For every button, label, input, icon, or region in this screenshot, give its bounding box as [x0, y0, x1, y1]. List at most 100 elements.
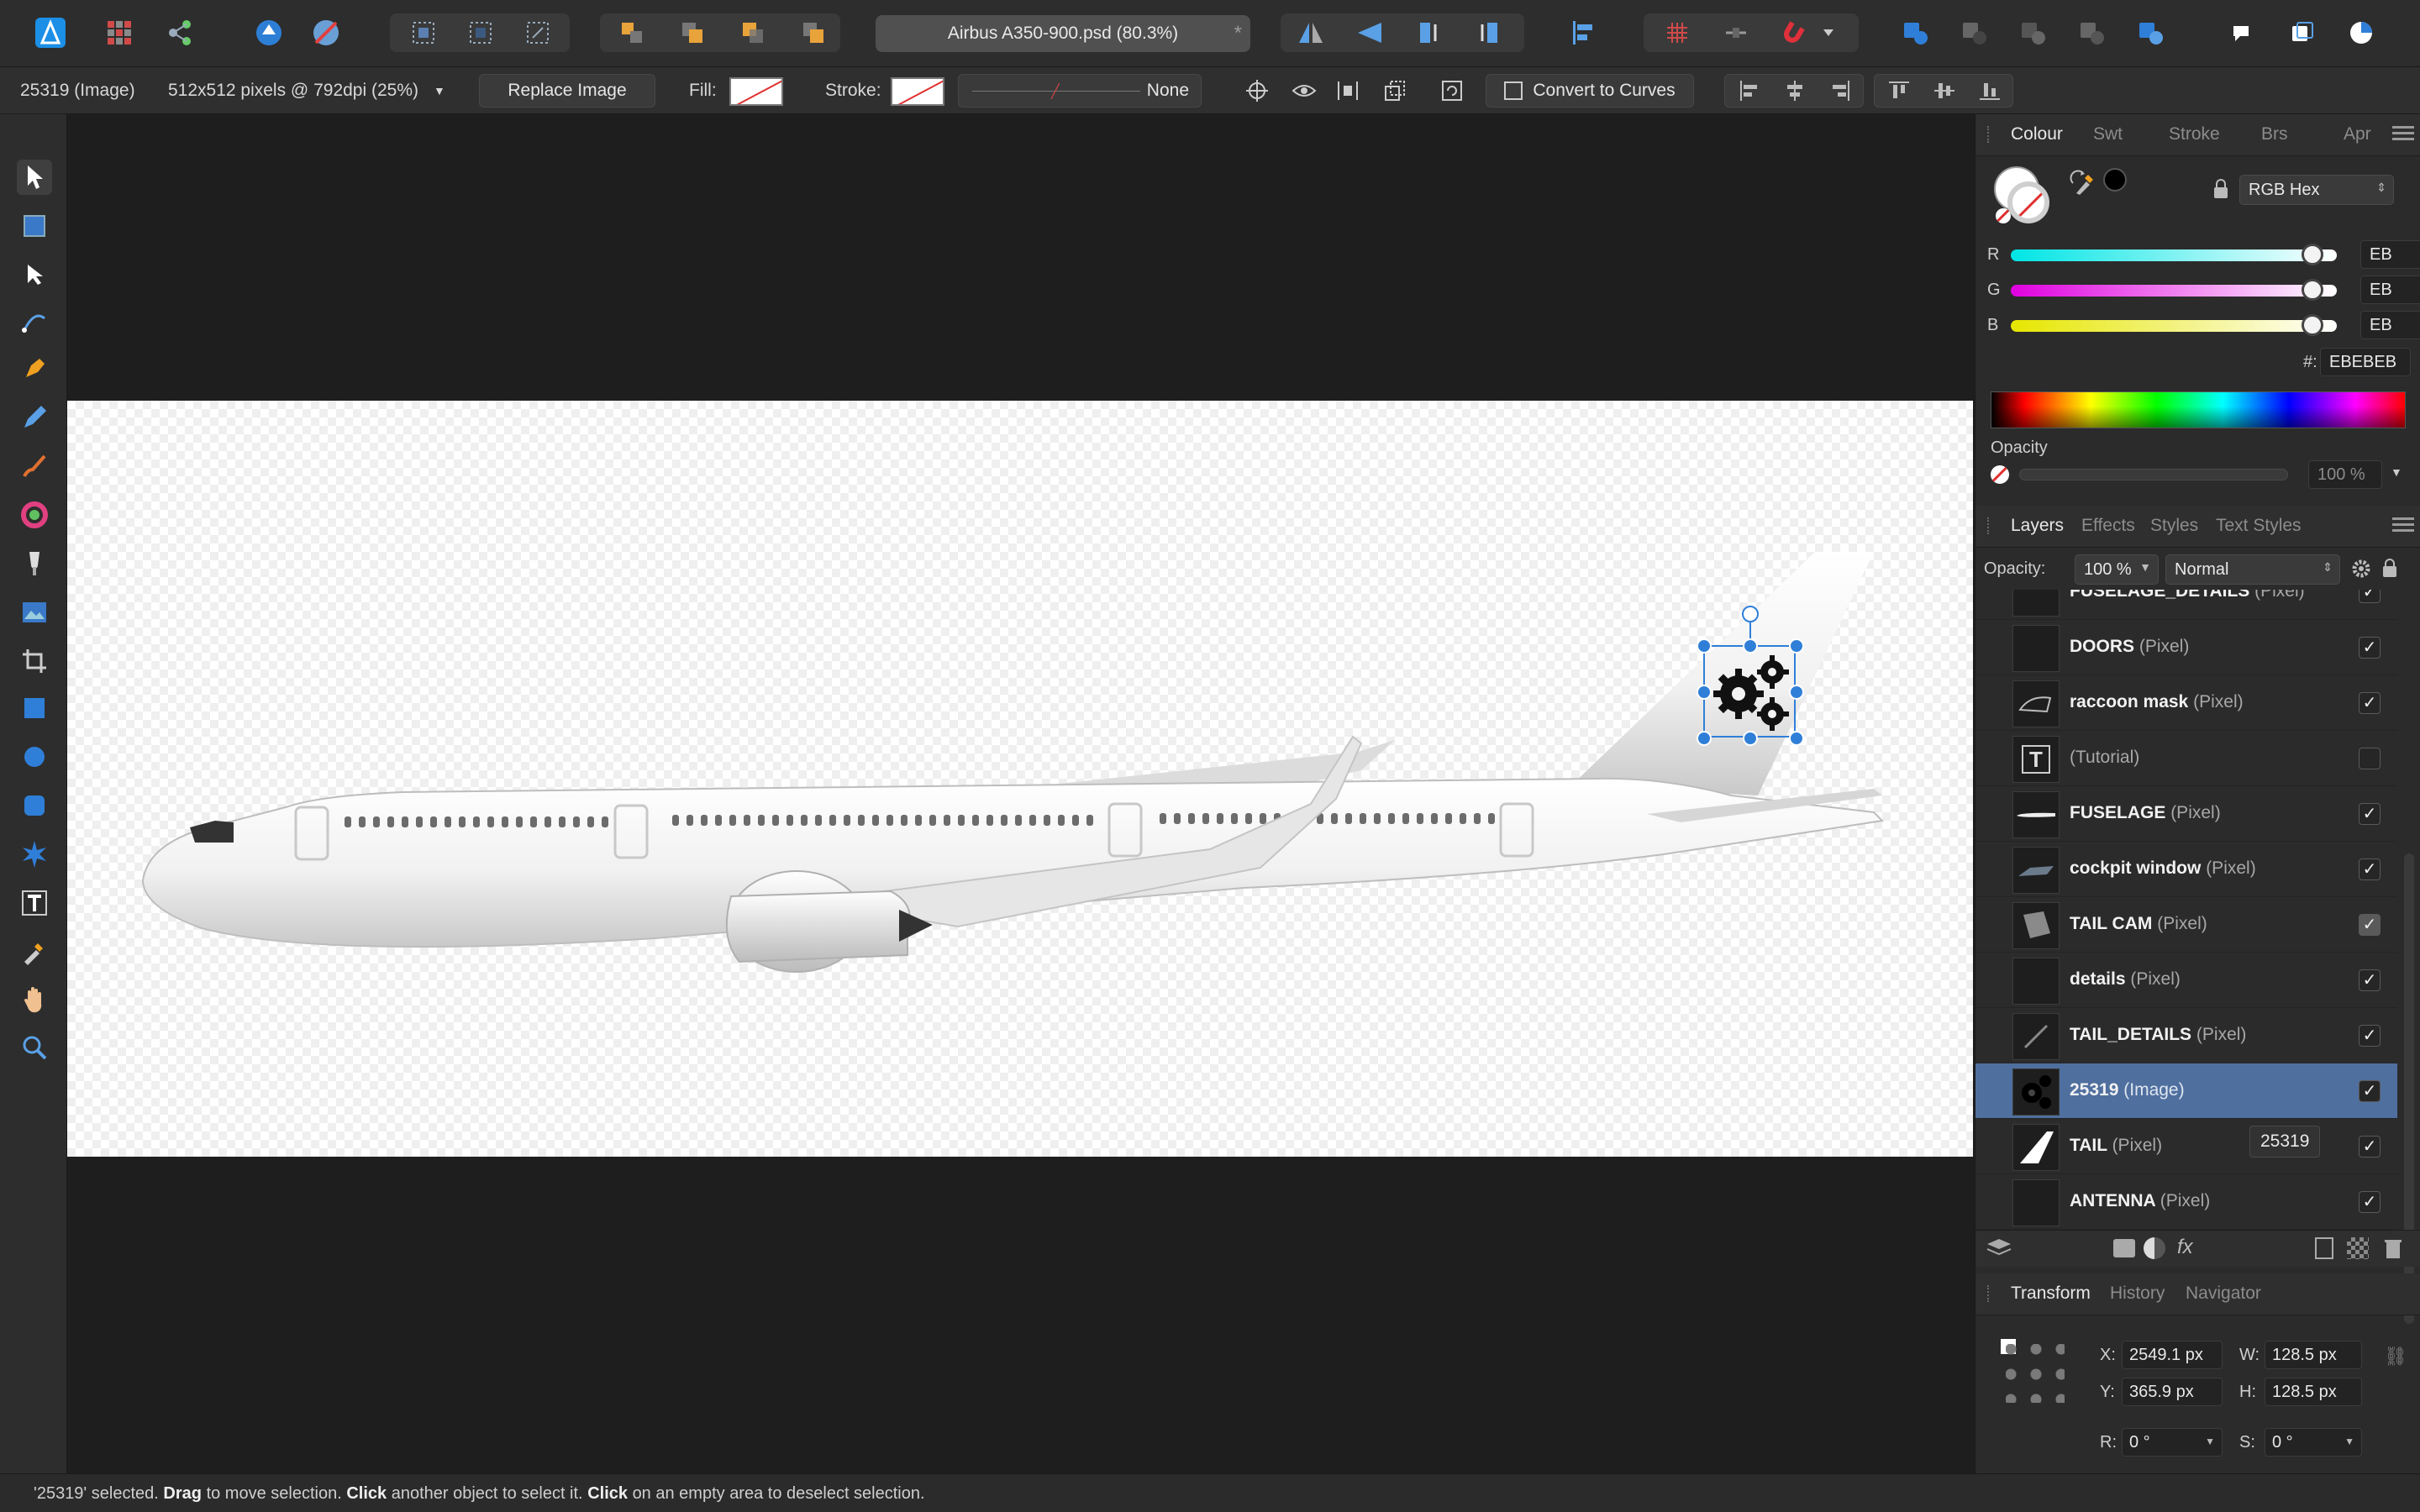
- anchor-point-selector[interactable]: [2001, 1339, 2068, 1406]
- tab-brushes[interactable]: Brs: [2261, 124, 2288, 144]
- canvas-artboard[interactable]: [67, 401, 1973, 1157]
- layer-row-antenna[interactable]: ANTENNA (Pixel) ✓: [1975, 1174, 2397, 1230]
- layer-visibility-checkbox[interactable]: ✓: [2359, 969, 2381, 991]
- tab-colour[interactable]: Colour: [2011, 124, 2063, 144]
- text-tool-icon[interactable]: [17, 885, 52, 921]
- color-picker-tool-icon[interactable]: [17, 934, 52, 969]
- align-middle-icon[interactable]: [1928, 76, 1961, 106]
- lock-icon[interactable]: [2212, 178, 2229, 204]
- layer-row-fuselage[interactable]: FUSELAGE (Pixel) ✓: [1975, 786, 2397, 842]
- align-bottom-icon[interactable]: [1973, 76, 2007, 106]
- fill-tool-icon[interactable]: [17, 497, 52, 533]
- transparency-tool-icon[interactable]: [17, 546, 52, 581]
- red-value-field[interactable]: EB: [2360, 240, 2420, 269]
- selection-handle[interactable]: [1789, 638, 1804, 654]
- star-tool-icon[interactable]: [17, 837, 52, 872]
- selection-handle[interactable]: [1697, 685, 1712, 700]
- slider-blue-knob[interactable]: [2302, 314, 2323, 336]
- slider-blue-track[interactable]: [2011, 320, 2337, 332]
- intersect-icon[interactable]: [2013, 13, 2054, 52]
- move-back-one-icon[interactable]: [672, 13, 713, 52]
- layers-stack-icon[interactable]: [1986, 1237, 2012, 1263]
- adjustment-icon[interactable]: [2144, 1237, 2165, 1259]
- pencil-tool-icon[interactable]: [17, 400, 52, 435]
- vector-crop-icon[interactable]: [17, 304, 52, 339]
- layer-visibility-checkbox[interactable]: ✓: [2359, 637, 2381, 659]
- move-to-back-icon[interactable]: [612, 13, 652, 52]
- y-position-field[interactable]: 365.9 px: [2122, 1378, 2223, 1406]
- selection-handle[interactable]: [1789, 731, 1804, 746]
- view-icon[interactable]: [1287, 76, 1321, 106]
- height-field[interactable]: 128.5 px: [2265, 1378, 2362, 1406]
- fill-swatch[interactable]: [729, 77, 783, 106]
- new-pixel-layer-icon[interactable]: [2347, 1237, 2369, 1259]
- rotate-left-icon[interactable]: [1408, 13, 1449, 52]
- selection-handle[interactable]: [1697, 638, 1712, 654]
- no-color-icon[interactable]: [1996, 208, 2011, 223]
- tab-styles[interactable]: Styles: [2150, 516, 2198, 536]
- grid-icon[interactable]: [1657, 13, 1697, 52]
- stroke-width-slider[interactable]: ╱ None: [958, 74, 1202, 108]
- slider-green[interactable]: G EB: [1987, 276, 2420, 306]
- select-all-icon[interactable]: [403, 13, 444, 52]
- document-tab[interactable]: Airbus A350-900.psd (80.3%) *: [876, 15, 1250, 52]
- persona-develop-icon[interactable]: [306, 13, 346, 52]
- flip-horizontal-icon[interactable]: [1291, 13, 1331, 52]
- zoom-tool-icon[interactable]: [17, 1030, 52, 1065]
- layer-visibility-checkbox[interactable]: ✓: [2359, 803, 2381, 825]
- layer-row-tail-cam[interactable]: TAIL CAM (Pixel) ✓: [1975, 897, 2397, 953]
- eyedropper-icon[interactable]: [2073, 166, 2098, 201]
- slider-blue[interactable]: B EB: [1987, 311, 2420, 341]
- layer-row-tutorial[interactable]: T (Tutorial): [1975, 731, 2397, 786]
- image-info-dropdown[interactable]: 512x512 pixels @ 792dpi (25%) ▼: [168, 67, 445, 114]
- flip-vertical-icon[interactable]: [1349, 13, 1390, 52]
- panel-menu-icon[interactable]: [2392, 126, 2414, 143]
- layer-row-tail-details[interactable]: TAIL_DETAILS (Pixel) ✓: [1975, 1008, 2397, 1063]
- view-tool-hand-icon[interactable]: [17, 981, 52, 1016]
- layer-visibility-checkbox[interactable]: ✓: [2359, 1025, 2381, 1047]
- layer-row-raccoon-mask[interactable]: raccoon mask (Pixel) ✓: [1975, 675, 2397, 731]
- distribute-icon[interactable]: [1331, 76, 1365, 106]
- persona-liquify-icon[interactable]: [249, 13, 289, 52]
- guides-icon[interactable]: [1716, 13, 1756, 52]
- place-image-tool-icon[interactable]: [17, 595, 52, 630]
- move-to-front-icon[interactable]: [793, 13, 834, 52]
- tab-swatches[interactable]: Swt: [2093, 124, 2123, 144]
- slider-green-knob[interactable]: [2302, 279, 2323, 301]
- fx-icon[interactable]: fx: [2177, 1236, 2193, 1259]
- slider-green-track[interactable]: [2011, 285, 2337, 297]
- layer-row-doors[interactable]: DOORS (Pixel) ✓: [1975, 620, 2397, 675]
- layer-visibility-checkbox[interactable]: [2359, 748, 2381, 769]
- view-mode-icon[interactable]: [2341, 13, 2381, 52]
- resize-icon[interactable]: [1378, 76, 1412, 106]
- replace-image-button[interactable]: Replace Image: [479, 74, 655, 108]
- x-position-field[interactable]: 2549.1 px: [2122, 1341, 2223, 1369]
- stroke-swatch[interactable]: [891, 77, 944, 106]
- selection-handle[interactable]: [1743, 638, 1758, 654]
- crop-tool-icon[interactable]: [17, 643, 52, 679]
- align-left-icon[interactable]: [1733, 76, 1766, 106]
- selected-gear-image[interactable]: [1703, 645, 1796, 738]
- panel-menu-icon[interactable]: [2392, 517, 2414, 534]
- tab-stroke[interactable]: Stroke: [2169, 124, 2220, 144]
- layer-opacity-select[interactable]: 100 % ▼: [2075, 554, 2159, 585]
- rectangle-tool-icon[interactable]: [17, 690, 52, 726]
- layer-settings-gear-icon[interactable]: [2350, 558, 2372, 584]
- document-close-icon[interactable]: *: [1234, 22, 1242, 45]
- green-value-field[interactable]: EB: [2360, 276, 2420, 304]
- vector-brush-tool-icon[interactable]: [17, 449, 52, 484]
- add-icon[interactable]: [1896, 13, 1936, 52]
- link-aspect-icon[interactable]: ⛓: [2384, 1346, 2407, 1368]
- rotate-icon[interactable]: [1435, 76, 1469, 106]
- stroke-circle[interactable]: [2007, 181, 2049, 223]
- invert-selection-icon[interactable]: [518, 13, 558, 52]
- shear-field[interactable]: 0 ° ▼: [2265, 1428, 2362, 1457]
- layer-lock-icon[interactable]: [2382, 558, 2397, 582]
- layer-visibility-checkbox[interactable]: ✓: [2359, 590, 2381, 603]
- tab-transform[interactable]: Transform: [2011, 1284, 2091, 1304]
- layer-row-cockpit-window[interactable]: cockpit window (Pixel) ✓: [1975, 842, 2397, 897]
- pen-tool-icon[interactable]: [17, 351, 52, 386]
- rounded-rectangle-tool-icon[interactable]: [17, 788, 52, 823]
- transform-origin-icon[interactable]: [1240, 76, 1274, 106]
- layer-row-25319[interactable]: 25319 (Image) ✓: [1975, 1063, 2397, 1119]
